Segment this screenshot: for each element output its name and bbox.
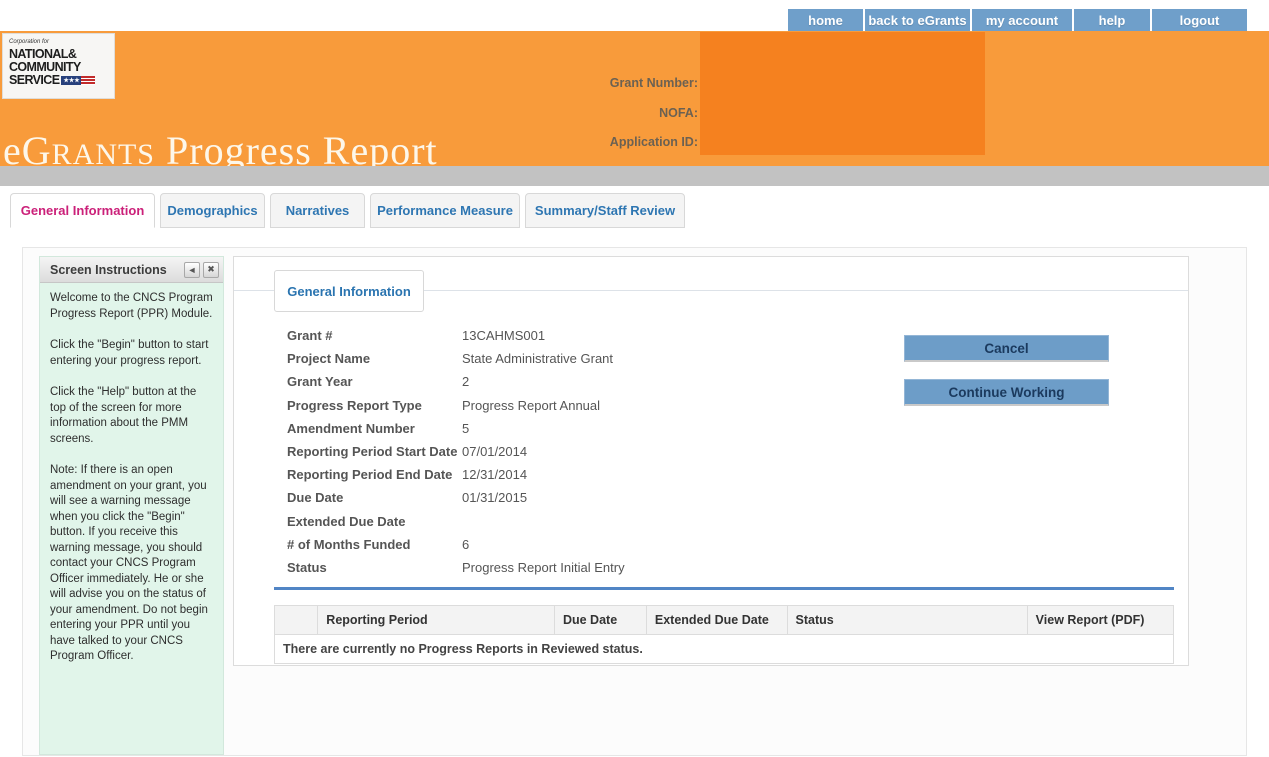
sidebar-body: Welcome to the CNCS Program Progress Rep… [40,283,223,665]
field-label: # of Months Funded [287,536,411,552]
meta-label-application-id: Application ID: [609,135,698,149]
field-label: Status [287,559,327,575]
field-row-status: Status Progress Report Initial Entry [287,556,887,579]
us-flag-icon [61,75,96,88]
logo-service-text: SERVICE [9,73,60,87]
tab-general-information[interactable]: General Information [10,193,155,228]
sidebar-paragraph: Note: If there is an open amendment on y… [50,464,208,662]
field-label: Project Name [287,351,371,367]
top-nav: home back to eGrants my account help log… [788,9,1247,31]
field-row-amendment-number: Amendment Number 5 [287,417,887,440]
field-label: Reporting Period End Date [287,467,453,483]
sidebar-close-icon[interactable]: ✖ [203,261,219,278]
section-tab-general-information[interactable]: General Information [274,270,424,312]
nav-item-logout[interactable]: logout [1152,9,1247,31]
continue-working-button[interactable]: Continue Working [904,379,1109,406]
table-header-row: Reporting Period Due Date Extended Due D… [273,605,1175,635]
meta-label-nofa: NOFA: [659,105,698,120]
field-value: 6 [462,536,470,552]
content-wrapper: Screen Instructions ◄ ✖ Welcome to the C… [22,247,1247,756]
sidebar-title: Screen Instructions [50,262,167,277]
grant-meta-labels: Grant Number: NOFA: Application ID: Lega… [400,77,698,178]
field-row-months-funded: # of Months Funded 6 [287,533,887,556]
tab-demographics[interactable]: Demographics [160,193,265,228]
field-row-due-date: Due Date 01/31/2015 [287,486,887,509]
field-value: 2 [462,374,470,390]
tab-narratives[interactable]: Narratives [270,193,365,228]
tab-performance-measure[interactable]: Performance Measure [370,193,520,228]
field-row-progress-report-type: Progress Report Type Progress Report Annu… [287,394,887,417]
field-value: 01/31/2015 [462,490,528,506]
field-row-grant-year: Grant Year 2 [287,370,887,393]
sidebar-header: Screen Instructions ◄ ✖ [40,257,223,283]
table-header-extended-due-date: Extended Due Date [645,605,788,635]
logo-line-3: SERVICE [9,73,114,88]
reviewed-reports-table: Reporting Period Due Date Extended Due D… [273,605,1175,664]
blue-divider-line [274,587,1174,590]
meta-label-grant-number: Grant Number: [609,76,698,90]
sidebar-paragraph: Click the "Help" button at the top of th… [50,386,197,445]
field-row-project-name: Project Name State Administrative Grant [287,347,887,370]
screen-instructions-sidebar: Screen Instructions ◄ ✖ Welcome to the C… [39,256,224,755]
table-header-reporting-period: Reporting Period [317,605,555,635]
field-value: Progress Report Initial Entry [462,559,625,575]
field-value: State Administrative Grant [462,351,614,367]
field-row-reporting-period-start-date: Reporting Period Start Date 07/01/2014 [287,440,887,463]
table-header-view-report-pdf: View Report (PDF) [1026,605,1175,635]
field-row-reporting-period-end-date: Reporting Period End Date 12/31/2014 [287,463,887,486]
table-header-blank [273,605,319,635]
field-value: 13CAHMS001 [462,328,546,344]
cncs-logo: Corporation for NATIONAL& COMMUNITY SERV… [2,33,115,99]
field-row-grant-number: Grant # 13CAHMS001 [287,324,887,347]
field-value: 5 [462,420,470,436]
nav-item-back-to-egrants[interactable]: back to eGrants [865,9,970,31]
field-label: Progress Report Type [287,397,422,413]
field-label: Due Date [287,490,344,506]
banner-divider-bar [0,166,1269,186]
grant-detail-fields: Grant # 13CAHMS001 Project Name State Admi… [287,324,887,579]
tab-summary-staff-review[interactable]: Summary/Staff Review [525,193,685,228]
nav-item-help[interactable]: help [1074,9,1150,31]
field-row-extended-due-date: Extended Due Date [287,510,887,533]
field-value: 12/31/2014 [462,467,528,483]
field-label: Amendment Number [287,420,415,436]
redacted-value-block [700,32,985,155]
nav-item-home[interactable]: home [788,9,863,31]
nav-item-my-account[interactable]: my account [972,9,1072,31]
cancel-button[interactable]: Cancel [904,335,1109,362]
field-label: Reporting Period Start Date [287,444,458,460]
field-value: Progress Report Annual [462,397,601,413]
table-empty-row: There are currently no Progress Reports … [274,634,1174,664]
field-label: Grant # [287,328,333,344]
sidebar-collapse-icon[interactable]: ◄ [184,261,200,278]
field-label: Extended Due Date [287,513,406,529]
header-banner: Corporation for NATIONAL& COMMUNITY SERV… [0,31,1269,178]
field-label: Grant Year [287,374,353,390]
table-empty-message: There are currently no Progress Reports … [274,634,1174,664]
table-header-status: Status [786,605,1028,635]
general-information-panel: General Information Grant # 13CAHMS001 Pr… [233,256,1189,666]
main-tab-bar: General Information Demographics Narrati… [10,193,685,228]
sidebar-paragraph: Click the "Begin" button to start enteri… [50,339,209,367]
field-value: 07/01/2014 [462,444,528,460]
sidebar-paragraph: Welcome to the CNCS Program Progress Rep… [50,292,213,320]
table-header-due-date: Due Date [553,605,647,635]
